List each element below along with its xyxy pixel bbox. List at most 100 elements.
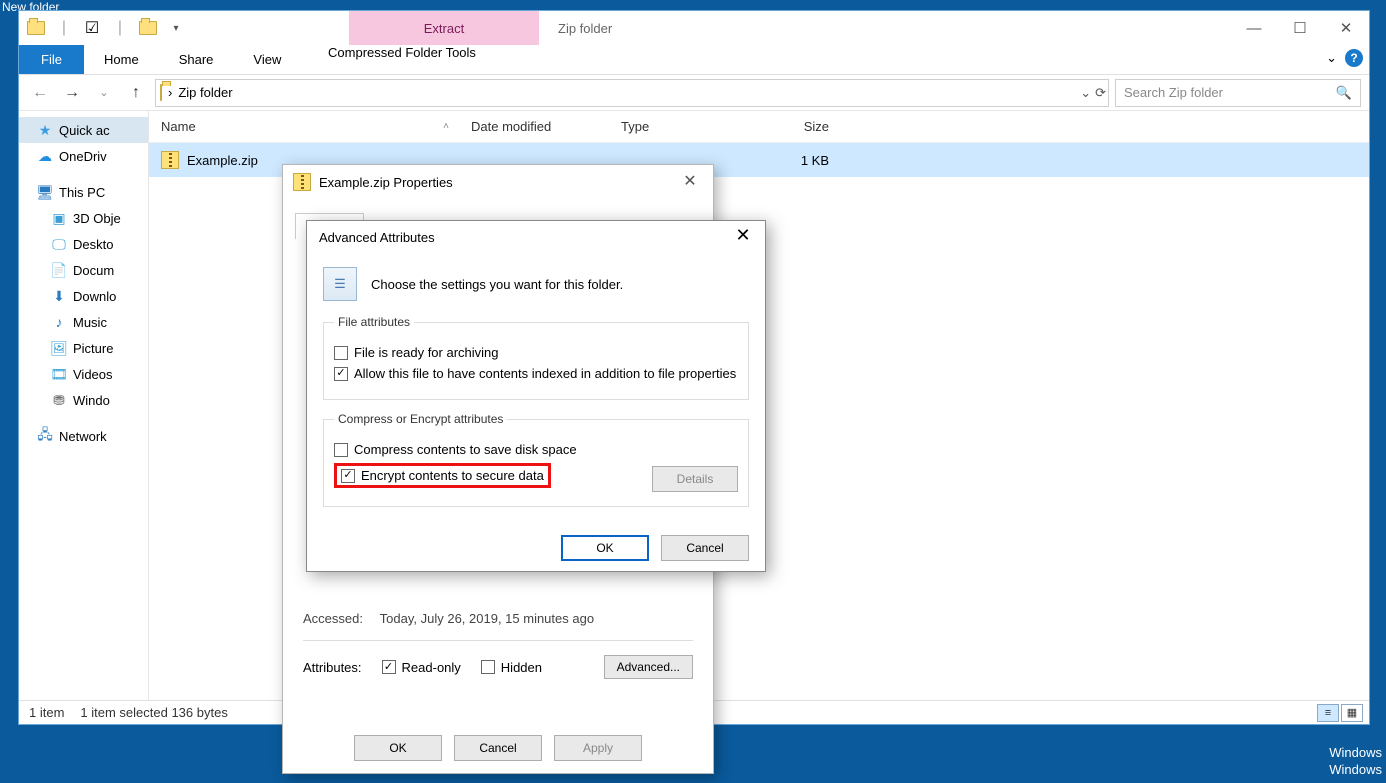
- view-menu[interactable]: View: [233, 45, 301, 74]
- compress-label: Compress contents to save disk space: [354, 442, 577, 457]
- details-view-button[interactable]: ≡: [1317, 704, 1339, 722]
- network-icon: 🖧: [37, 428, 53, 444]
- readonly-checkbox[interactable]: [382, 660, 396, 674]
- up-button[interactable]: ↑: [123, 80, 149, 106]
- music-icon: ♪: [51, 314, 67, 330]
- compress-encrypt-group: Compress or Encrypt attributes Compress …: [323, 412, 749, 507]
- icons-view-button[interactable]: ▦: [1341, 704, 1363, 722]
- back-button[interactable]: ←: [27, 80, 53, 106]
- pc-icon: 🖥: [37, 184, 53, 200]
- forward-button[interactable]: →: [59, 80, 85, 106]
- advanced-ok-button[interactable]: OK: [561, 535, 649, 561]
- sidebar-this-pc[interactable]: 🖥 This PC: [19, 179, 148, 205]
- sidebar-quick-access[interactable]: ★ Quick ac: [19, 117, 148, 143]
- properties-close-button[interactable]: ✕: [675, 171, 705, 191]
- picture-icon: 🖼: [51, 340, 67, 356]
- attributes-icon: ☰: [323, 267, 357, 301]
- advanced-intro: Choose the settings you want for this fo…: [371, 277, 623, 292]
- sidebar-onedrive[interactable]: ☁ OneDriv: [19, 143, 148, 169]
- encrypt-checkbox[interactable]: [341, 469, 355, 483]
- sidebar-documents[interactable]: 📄Docum: [19, 257, 148, 283]
- index-label: Allow this file to have contents indexed…: [354, 366, 736, 381]
- column-size[interactable]: Size: [749, 119, 849, 134]
- menu-row: File Home Share View Compressed Folder T…: [19, 45, 1369, 75]
- refresh-icon[interactable]: ⟳: [1095, 85, 1106, 101]
- sidebar-3d-objects[interactable]: ▣3D Obje: [19, 205, 148, 231]
- minimize-button[interactable]: —: [1231, 11, 1277, 45]
- sidebar-label: Windo: [73, 393, 110, 408]
- drive-icon: ⛃: [51, 392, 67, 408]
- advanced-button[interactable]: Advanced...: [604, 655, 693, 679]
- sidebar-label: OneDriv: [59, 149, 107, 164]
- close-button[interactable]: ✕: [1323, 11, 1369, 45]
- file-name: Example.zip: [187, 153, 258, 168]
- index-checkbox[interactable]: [334, 367, 348, 381]
- sort-indicator-icon: ˄: [443, 121, 449, 132]
- sidebar-label: This PC: [59, 185, 105, 200]
- sidebar-label: Downlo: [73, 289, 116, 304]
- column-type[interactable]: Type: [609, 119, 749, 134]
- sidebar-videos[interactable]: 🎞Videos: [19, 361, 148, 387]
- maximize-button[interactable]: ☐: [1277, 11, 1323, 45]
- sidebar-label: 3D Obje: [73, 211, 121, 226]
- recent-locations-dropdown[interactable]: ⌄: [91, 80, 117, 106]
- address-bar-row: ← → ⌄ ↑ › Zip folder ⌄ ⟳ Search Zip fold…: [19, 75, 1369, 111]
- qat-dropdown-icon[interactable]: ▾: [165, 17, 187, 39]
- document-icon: 📄: [51, 262, 67, 278]
- sidebar-label: Network: [59, 429, 107, 444]
- compressed-folder-tools-tab[interactable]: Compressed Folder Tools: [307, 45, 497, 60]
- advanced-attributes-dialog: Advanced Attributes ✕ ☰ Choose the setti…: [306, 220, 766, 572]
- sidebar-pictures[interactable]: 🖼Picture: [19, 335, 148, 361]
- accessed-value: Today, July 26, 2019, 15 minutes ago: [380, 611, 594, 626]
- star-icon: ★: [37, 122, 53, 138]
- properties-ok-button[interactable]: OK: [354, 735, 442, 761]
- readonly-label: Read-only: [402, 660, 461, 675]
- file-menu[interactable]: File: [19, 45, 84, 74]
- file-attributes-legend: File attributes: [334, 315, 414, 329]
- properties-cancel-button[interactable]: Cancel: [454, 735, 542, 761]
- sidebar-label: Quick ac: [59, 123, 110, 138]
- advanced-cancel-button[interactable]: Cancel: [661, 535, 749, 561]
- search-icon: 🔍: [1336, 85, 1352, 101]
- file-attributes-group: File attributes File is ready for archiv…: [323, 315, 749, 400]
- sidebar-downloads[interactable]: ⬇Downlo: [19, 283, 148, 309]
- zip-file-icon: [293, 173, 311, 191]
- properties-titlebar[interactable]: Example.zip Properties ✕: [283, 165, 713, 199]
- properties-apply-button[interactable]: Apply: [554, 735, 642, 761]
- new-folder-qat-icon[interactable]: [137, 17, 159, 39]
- file-size: 1 KB: [749, 153, 849, 168]
- extract-context-tab[interactable]: Extract: [349, 11, 539, 45]
- desktop-icon: 🖵: [51, 236, 67, 252]
- compress-checkbox[interactable]: [334, 443, 348, 457]
- help-icon[interactable]: ?: [1345, 49, 1363, 67]
- advanced-close-button[interactable]: ✕: [729, 225, 757, 246]
- home-menu[interactable]: Home: [84, 45, 159, 74]
- sidebar-windows-drive[interactable]: ⛃ Windo: [19, 387, 148, 413]
- share-menu[interactable]: Share: [159, 45, 234, 74]
- sidebar-label: Deskto: [73, 237, 113, 252]
- ribbon-collapse-icon[interactable]: ⌄: [1326, 50, 1337, 66]
- details-button[interactable]: Details: [652, 466, 738, 492]
- navigation-pane: ★ Quick ac ☁ OneDriv 🖥 This PC ▣3D Obje 🖵 De…: [19, 111, 149, 700]
- sidebar-desktop[interactable]: 🖵 Deskto: [19, 231, 148, 257]
- search-box[interactable]: Search Zip folder 🔍: [1115, 79, 1361, 107]
- advanced-titlebar[interactable]: Advanced Attributes ✕: [307, 221, 765, 253]
- column-name[interactable]: Name˄: [149, 119, 459, 134]
- location-folder-icon: [160, 85, 162, 100]
- folder-icon: [25, 17, 47, 39]
- breadcrumb-current[interactable]: Zip folder: [178, 85, 232, 100]
- advanced-title: Advanced Attributes: [319, 230, 435, 245]
- properties-qat-icon[interactable]: ☑: [81, 17, 103, 39]
- cloud-icon: ☁: [37, 148, 53, 164]
- breadcrumb-separator: ›: [168, 85, 172, 100]
- column-date[interactable]: Date modified: [459, 119, 609, 134]
- hidden-checkbox[interactable]: [481, 660, 495, 674]
- sidebar-label: Music: [73, 315, 107, 330]
- address-dropdown-icon[interactable]: ⌄: [1080, 85, 1091, 101]
- sidebar-network[interactable]: 🖧 Network: [19, 423, 148, 449]
- ribbon-tab-row: | ☑ | ▾ Extract Zip folder — ☐ ✕: [19, 11, 1369, 45]
- archive-checkbox[interactable]: [334, 346, 348, 360]
- sidebar-music[interactable]: ♪ Music: [19, 309, 148, 335]
- attributes-label: Attributes:: [303, 660, 362, 675]
- address-bar[interactable]: › Zip folder ⌄ ⟳: [155, 79, 1109, 107]
